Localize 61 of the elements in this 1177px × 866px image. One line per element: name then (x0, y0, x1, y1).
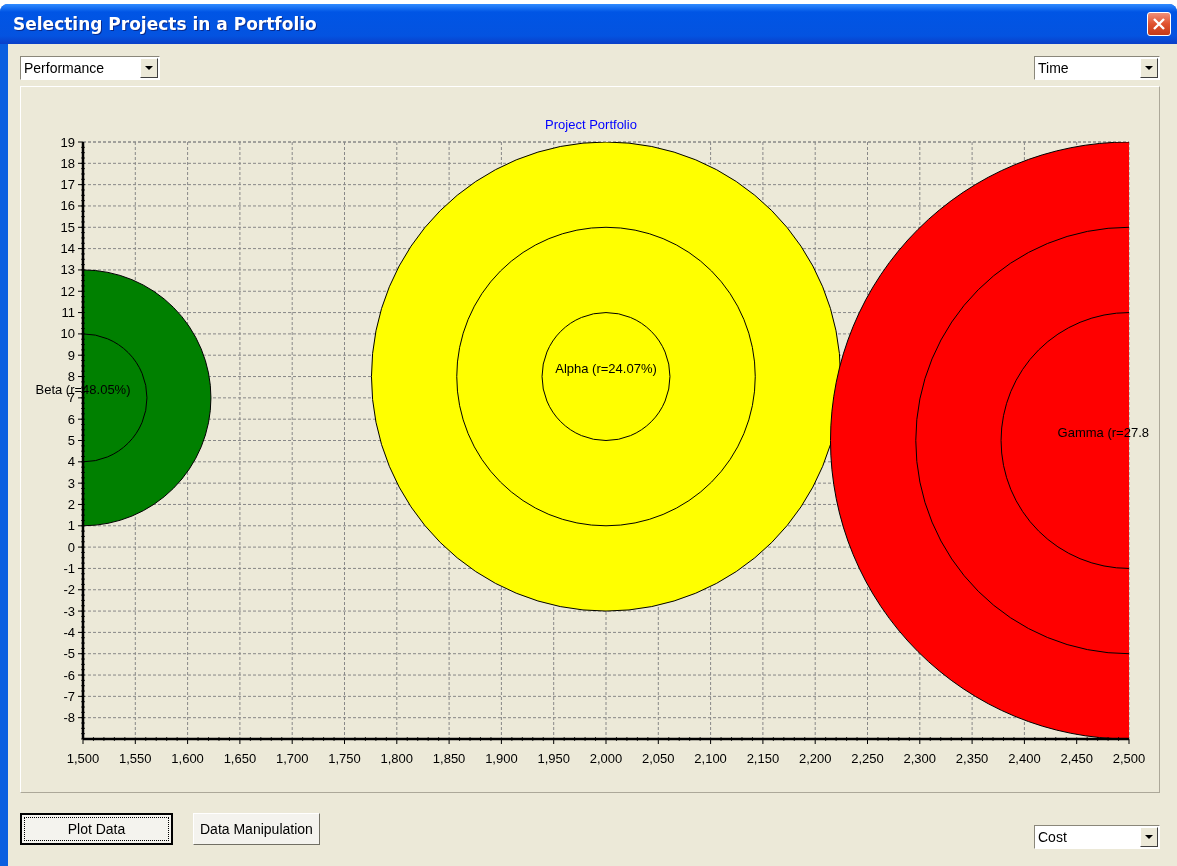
x-tick-label: 2,250 (851, 751, 884, 766)
x-tick-label: 1,850 (432, 751, 466, 766)
caret-icon (1145, 65, 1153, 71)
x-tick-label: 1,550 (119, 751, 152, 766)
y-tick-label: 0 (67, 539, 75, 555)
x-tick-label: 2,450 (1060, 751, 1093, 766)
y-tick-label: 16 (60, 198, 75, 214)
y-tick-label: -4 (63, 624, 75, 640)
y-tick-label: 14 (60, 241, 75, 257)
dropdown[interactable]: Performance (20, 56, 160, 80)
x-tick-label: 1,950 (537, 751, 570, 766)
window-title: Selecting Projects in a Portfolio (13, 14, 317, 34)
x-tick-label: 2,500 (1112, 751, 1146, 766)
y-tick-label: 10 (60, 326, 75, 342)
y-tick-label: 5 (67, 433, 75, 448)
y-tick-label: 9 (67, 347, 75, 363)
dropdown[interactable]: Time (1034, 56, 1160, 80)
x-tick-label: 2,300 (903, 751, 937, 766)
y-tick-label: 8 (67, 369, 75, 385)
x-tick-label: 2,150 (746, 751, 780, 766)
y-tick-label: 2 (67, 496, 75, 512)
y-tick-label: -2 (63, 582, 75, 598)
x-tick-label: 1,750 (328, 751, 361, 766)
y-tick-label: -1 (63, 560, 75, 576)
x-tick-label: 2,200 (798, 751, 832, 766)
y-tick-label: 6 (67, 411, 75, 427)
x-tick-label: 2,000 (589, 751, 623, 766)
y-tick-label: 18 (60, 155, 75, 171)
y-tick-label: 17 (60, 177, 75, 193)
y-tick-label: -7 (63, 688, 75, 704)
y-tick-label: 4 (67, 454, 75, 470)
caret-icon (145, 65, 153, 71)
x-tick-label: 2,350 (955, 751, 989, 766)
x-tick-label: 1,800 (380, 751, 414, 766)
y-tick-label: 19 (60, 134, 75, 150)
y-tick-label: -5 (63, 646, 75, 662)
x-tick-label: 1,600 (171, 751, 204, 766)
chart-title: Project Portfolio (545, 117, 637, 132)
y-tick-label: 12 (60, 283, 75, 299)
x-tick-label: 1,650 (223, 751, 257, 766)
x-tick-label: 2,050 (642, 751, 675, 766)
y-tick-label: 3 (67, 475, 75, 491)
x-tick-label: 1,900 (485, 751, 518, 766)
close-icon (1152, 17, 1166, 31)
dropdown[interactable]: Cost (1034, 825, 1160, 849)
close-button[interactable] (1147, 12, 1171, 36)
y-tick-label: 1 (67, 518, 75, 534)
y-tick-label: -6 (63, 667, 75, 683)
y-tick-label: 11 (61, 305, 75, 321)
x-tick-label: 1,700 (275, 751, 309, 766)
y-tick-label: 13 (60, 262, 75, 278)
x-tick-label: 1,500 (66, 751, 100, 766)
y-tick-label: -8 (63, 710, 75, 726)
bubble-label: Alpha (r=24.07%) (555, 360, 657, 376)
x-tick-label: 2,400 (1008, 751, 1041, 766)
y-tick-label: 15 (60, 219, 75, 235)
y-tick-label: -3 (63, 603, 75, 619)
button[interactable]: Plot Data (20, 813, 173, 845)
caret-icon (1145, 834, 1153, 840)
button[interactable]: Data Manipulation (193, 813, 320, 845)
x-tick-label: 2,100 (694, 751, 727, 766)
